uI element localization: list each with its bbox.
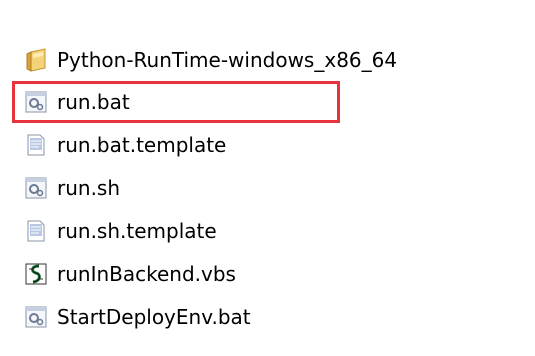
vbscript-file-icon (24, 262, 48, 286)
file-item-startdeployenv-bat[interactable]: StartDeployEnv.bat (24, 295, 504, 338)
file-name: Python-RunTime-windows_x86_64 (57, 47, 398, 72)
file-name: run.bat.template (57, 132, 227, 157)
batch-file-icon (24, 305, 48, 329)
file-item-python-runtime-folder[interactable]: Python-RunTime-windows_x86_64 (24, 38, 504, 81)
file-name: run.sh (57, 175, 121, 200)
file-name: run.sh.template (57, 218, 217, 243)
file-name: runInBackend.vbs (57, 261, 236, 286)
text-file-icon (24, 133, 48, 157)
file-item-run-sh[interactable]: run.sh (24, 166, 504, 209)
file-item-run-bat[interactable]: run.bat (12, 81, 340, 123)
file-item-run-bat-template[interactable]: run.bat.template (24, 123, 504, 166)
folder-icon (24, 47, 48, 72)
file-list: Python-RunTime-windows_x86_64 run.bat ru… (12, 38, 504, 338)
file-item-runinbackend-vbs[interactable]: runInBackend.vbs (24, 252, 504, 295)
text-file-icon (24, 219, 48, 243)
batch-file-icon (24, 176, 48, 200)
file-item-run-sh-template[interactable]: run.sh.template (24, 209, 504, 252)
file-name: run.bat (57, 90, 130, 114)
file-name: StartDeployEnv.bat (57, 304, 251, 329)
batch-file-icon (24, 90, 48, 114)
